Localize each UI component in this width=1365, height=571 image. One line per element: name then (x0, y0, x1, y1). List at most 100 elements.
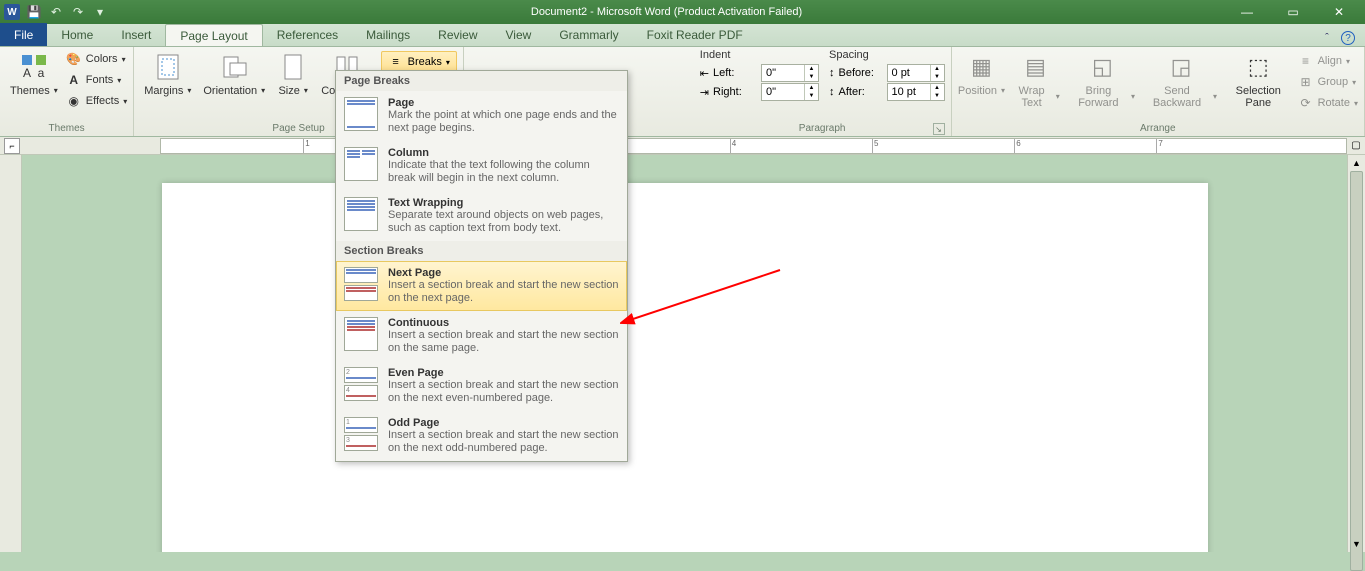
break-continuous[interactable]: ContinuousInsert a section break and sta… (336, 311, 627, 361)
indent-heading: Indent (700, 49, 819, 61)
vertical-scrollbar[interactable]: ▲ ▼ (1347, 155, 1365, 552)
column-break-icon (344, 147, 378, 181)
spacing-after-icon: ↕ (829, 86, 835, 98)
window-title: Document2 - Microsoft Word (Product Acti… (108, 6, 1225, 18)
break-column[interactable]: ColumnIndicate that the text following t… (336, 141, 627, 191)
page-break-icon (344, 97, 378, 131)
ribbon-tabs: File Home Insert Page Layout References … (0, 24, 1365, 47)
send-backward-button[interactable]: ◲Send Backward (1141, 49, 1221, 111)
title-bar: W 💾 ↶ ↷ ▾ Document2 - Microsoft Word (Pr… (0, 0, 1365, 24)
section-breaks-heading: Section Breaks (336, 241, 627, 261)
breaks-icon: ≡ (388, 54, 404, 70)
group-themes: Aa Themes 🎨Colors▾ AFonts▾ ◉Effects▾ The… (0, 47, 134, 136)
themes-button[interactable]: Aa Themes (6, 49, 62, 99)
tab-references[interactable]: References (263, 24, 352, 46)
scroll-thumb[interactable] (1350, 171, 1363, 571)
ribbon-minimize-icon[interactable]: ˆ (1319, 30, 1335, 46)
indent-right-input[interactable]: ▲▼ (761, 83, 819, 101)
odd-page-break-icon: 1 3 (344, 417, 378, 455)
indent-right-icon: ⇥ (700, 86, 709, 99)
redo-icon[interactable]: ↷ (70, 4, 86, 20)
spacing-after-input[interactable]: ▲▼ (887, 83, 945, 101)
svg-text:a: a (38, 66, 45, 80)
vertical-ruler[interactable] (0, 155, 22, 552)
ruler-toggle[interactable]: ▢ (1347, 140, 1365, 151)
undo-icon[interactable]: ↶ (48, 4, 64, 20)
scroll-down-arrow[interactable]: ▼ (1348, 536, 1365, 552)
tab-page-layout[interactable]: Page Layout (165, 24, 262, 46)
size-button[interactable]: Size (273, 49, 313, 99)
spacing-before-icon: ↕ (829, 67, 835, 79)
margins-icon (152, 51, 184, 83)
tab-review[interactable]: Review (424, 24, 491, 46)
group-button[interactable]: ⊞Group▾ (1298, 72, 1358, 92)
group-paragraph: Indent ⇤Left:▲▼ ⇥Right:▲▼ Spacing ↕Befor… (694, 47, 952, 136)
svg-text:A: A (23, 66, 31, 80)
fonts-icon: A (66, 72, 82, 88)
rotate-icon: ⟳ (1298, 95, 1314, 111)
help-icon[interactable]: ? (1341, 31, 1355, 45)
maximize-button[interactable]: ▭ (1271, 2, 1315, 22)
tab-file[interactable]: File (0, 23, 47, 46)
wrap-icon: ▤ (1020, 51, 1052, 83)
orientation-icon (218, 51, 250, 83)
indent-left-input[interactable]: ▲▼ (761, 64, 819, 82)
colors-icon: 🎨 (66, 51, 82, 67)
next-page-break-icon (344, 267, 378, 305)
tab-selector[interactable]: ⌐ (4, 138, 20, 154)
forward-icon: ◱ (1086, 51, 1118, 83)
group-arrange: ▦Position ▤Wrap Text ◱Bring Forward ◲Sen… (952, 47, 1365, 136)
scroll-up-arrow[interactable]: ▲ (1348, 155, 1365, 171)
bring-forward-button[interactable]: ◱Bring Forward (1066, 49, 1139, 111)
spacing-heading: Spacing (829, 49, 945, 61)
selection-pane-button[interactable]: ⬚Selection Pane (1223, 49, 1294, 111)
quick-access-toolbar: 💾 ↶ ↷ ▾ (26, 4, 108, 20)
document-page[interactable] (162, 183, 1208, 552)
page-breaks-heading: Page Breaks (336, 71, 627, 91)
position-button[interactable]: ▦Position (958, 49, 1006, 111)
document-area: ▲ ▼ (0, 155, 1365, 552)
continuous-break-icon (344, 317, 378, 351)
tab-home[interactable]: Home (47, 24, 107, 46)
tab-view[interactable]: View (492, 24, 546, 46)
breaks-dropdown-menu: Page Breaks PageMark the point at which … (335, 70, 628, 462)
break-page[interactable]: PageMark the point at which one page end… (336, 91, 627, 141)
theme-colors-button[interactable]: 🎨Colors▾ (66, 49, 127, 69)
group-label-themes: Themes (6, 122, 127, 136)
text-wrap-break-icon (344, 197, 378, 231)
tab-mailings[interactable]: Mailings (352, 24, 424, 46)
break-text-wrapping[interactable]: Text WrappingSeparate text around object… (336, 191, 627, 241)
indent-left-icon: ⇤ (700, 67, 709, 80)
align-button[interactable]: ≡Align▾ (1298, 51, 1358, 71)
spacing-before-input[interactable]: ▲▼ (887, 64, 945, 82)
word-app-icon: W (4, 4, 20, 20)
group-icon: ⊞ (1298, 74, 1314, 90)
effects-icon: ◉ (66, 93, 82, 109)
close-button[interactable]: ✕ (1317, 2, 1361, 22)
tab-foxit[interactable]: Foxit Reader PDF (633, 24, 757, 46)
paragraph-launcher[interactable]: ↘ (933, 123, 945, 135)
qat-customize-icon[interactable]: ▾ (92, 4, 108, 20)
themes-icon: Aa (18, 51, 50, 83)
theme-fonts-button[interactable]: AFonts▾ (66, 70, 127, 90)
break-odd-page[interactable]: 1 3 Odd PageInsert a section break and s… (336, 411, 627, 461)
tab-insert[interactable]: Insert (107, 24, 165, 46)
size-icon (277, 51, 309, 83)
even-page-break-icon: 2 4 (344, 367, 378, 405)
orientation-button[interactable]: Orientation (199, 49, 269, 99)
minimize-button[interactable]: — (1225, 2, 1269, 22)
group-label-paragraph: Paragraph↘ (700, 122, 945, 136)
rotate-button[interactable]: ⟳Rotate▾ (1298, 93, 1358, 113)
save-icon[interactable]: 💾 (26, 4, 42, 20)
position-icon: ▦ (965, 51, 997, 83)
margins-button[interactable]: Margins (140, 49, 195, 99)
document-canvas[interactable] (22, 155, 1347, 552)
horizontal-ruler-strip: ⌐ 1234567 ▢ (0, 137, 1365, 155)
tab-grammarly[interactable]: Grammarly (545, 24, 632, 46)
wrap-text-button[interactable]: ▤Wrap Text (1007, 49, 1063, 111)
window-controls: — ▭ ✕ (1225, 2, 1361, 22)
break-next-page[interactable]: Next PageInsert a section break and star… (336, 261, 627, 311)
ribbon: Aa Themes 🎨Colors▾ AFonts▾ ◉Effects▾ The… (0, 47, 1365, 137)
theme-effects-button[interactable]: ◉Effects▾ (66, 91, 127, 111)
break-even-page[interactable]: 2 4 Even PageInsert a section break and … (336, 361, 627, 411)
